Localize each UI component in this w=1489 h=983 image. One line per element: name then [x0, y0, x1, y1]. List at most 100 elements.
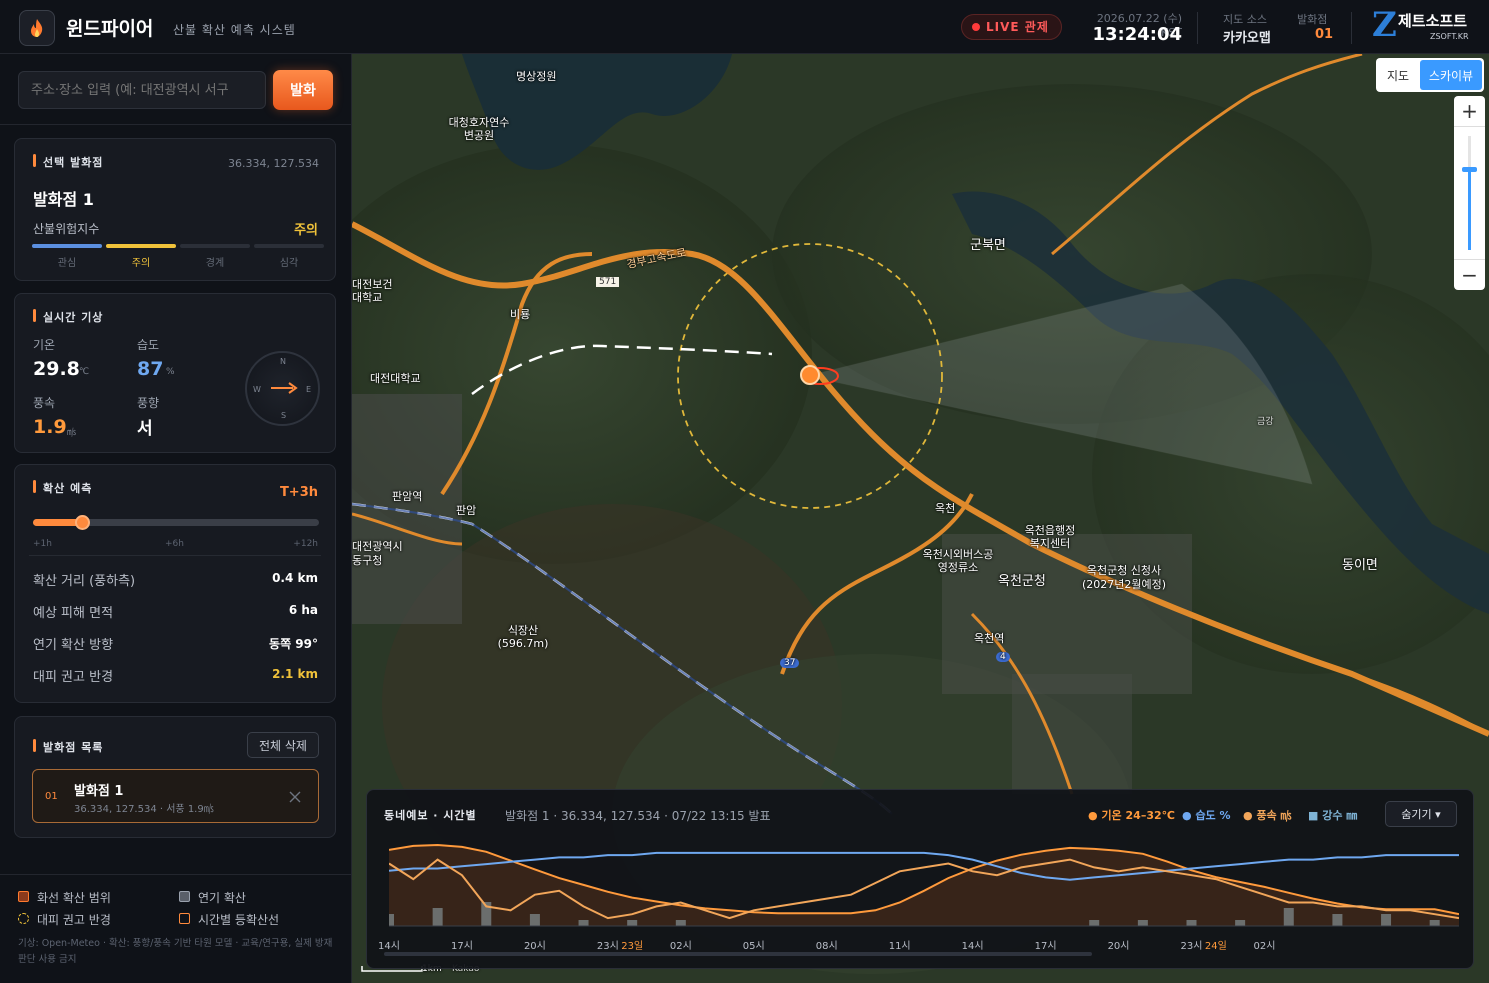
- compass-south: S: [281, 411, 287, 420]
- temperature-area: [389, 845, 1459, 926]
- brand-name: 제트소프트: [1398, 12, 1468, 30]
- hourly-forecast-panel: 동네예보 · 시간별 발화점 1 · 36.334, 127.534 · 07/…: [366, 789, 1474, 969]
- hide-chart-button[interactable]: 숨기기 ▾: [1385, 801, 1457, 827]
- flame-icon: [31, 19, 43, 37]
- map-label: 옥천역: [974, 632, 1005, 645]
- wind-direction-value: 서: [137, 419, 153, 439]
- card-title: 선택 발화점: [33, 154, 103, 170]
- slider-thumb[interactable]: [74, 515, 90, 530]
- divider: [1197, 12, 1198, 44]
- temperature-value: 29.8: [33, 358, 80, 380]
- close-icon[interactable]: [289, 791, 301, 803]
- x-tick-label: 11시: [888, 941, 911, 952]
- legend-precipitation-label: 강수 ㎜: [1322, 809, 1358, 822]
- legend-temperature: ● 기온 24–32℃: [1088, 809, 1175, 822]
- card-title: 확산 예측: [33, 480, 92, 496]
- zoom-level-fill: [1468, 170, 1471, 250]
- divider: [0, 124, 352, 125]
- ignition-count-value: 01: [1315, 27, 1334, 42]
- x-tick-label: 20시: [523, 941, 546, 952]
- smoke-direction-label: 연기 확산 방향: [33, 638, 114, 653]
- map-label: 명상정원: [516, 70, 557, 83]
- temperature-unit: ℃: [79, 367, 90, 377]
- current-time: 13:24:04: [1092, 24, 1182, 45]
- x-tick-label: 24일: [1204, 941, 1227, 952]
- wind-direction-label: 풍향: [137, 396, 160, 410]
- legend-temperature-label: 기온 24–32℃: [1101, 809, 1175, 822]
- isochrone-legend-swatch: [179, 913, 190, 924]
- chart-title: 동네예보 · 시간별: [384, 809, 477, 822]
- x-tick-label: 17시: [450, 941, 473, 952]
- x-tick-label: 23시: [1180, 941, 1203, 952]
- risk-index-label: 산불위험지수: [33, 222, 100, 236]
- spread-distance-label: 확산 거리 (풍하측): [33, 574, 136, 589]
- app-logo: [19, 10, 55, 46]
- selected-ignition-card: 선택 발화점 36.334, 127.534 발화점 1 산불위험지수 주의 관…: [14, 138, 336, 281]
- risk-level-bar: [106, 244, 176, 248]
- risk-index-value: 주의: [294, 223, 318, 238]
- chart-scrollbar[interactable]: [384, 952, 1092, 956]
- top-bar: 윈드파이어 산불 확산 예측 시스템 LIVE 관제 2026.07.22 (수…: [0, 0, 1489, 54]
- skyview-button[interactable]: 스카이뷰: [1420, 60, 1482, 90]
- forecast-time-slider[interactable]: [33, 515, 319, 530]
- map-label: 옥천읍행정복지센터: [1024, 524, 1076, 550]
- x-tick-label: 20시: [1107, 941, 1130, 952]
- humidity-value: 87: [137, 358, 164, 380]
- selected-ignition-name: 발화점 1: [33, 190, 94, 209]
- legend-humidity-label: 습도 %: [1195, 809, 1231, 822]
- clear-all-button[interactable]: 전체 삭제: [247, 732, 319, 758]
- chart-subtitle: 발화점 1 · 36.334, 127.534 · 07/22 13:15 발표: [505, 809, 771, 823]
- map-label: 대전보건대학교: [352, 278, 393, 304]
- map-label: 대전광역시동구청: [352, 540, 403, 567]
- wind-speed-label: 풍속: [33, 396, 56, 410]
- slider-tick: +12h: [293, 539, 318, 549]
- risk-level-bar: [254, 244, 324, 248]
- humidity-label: 습도: [137, 338, 160, 352]
- x-tick-label: 08시: [815, 941, 838, 952]
- ignition-item-name: 발화점 1: [74, 784, 124, 799]
- zoom-out-button[interactable]: −: [1454, 259, 1485, 290]
- hide-chart-label: 숨기기: [1401, 808, 1432, 821]
- zoom-handle[interactable]: [1462, 167, 1477, 173]
- wind-compass: N E S W: [245, 351, 320, 426]
- live-status-badge[interactable]: LIVE 관제: [961, 14, 1062, 40]
- map-view-button[interactable]: 지도: [1378, 60, 1418, 90]
- legend-label: 연기 확산: [198, 891, 246, 905]
- x-tick-label: 23시: [596, 941, 619, 952]
- map-type-toggle: 지도 스카이뷰: [1376, 58, 1484, 92]
- x-tick-label: 02시: [669, 941, 692, 952]
- ignition-item-index: 01: [45, 791, 58, 802]
- ignition-list-item[interactable]: 01 발화점 1 36.334, 127.534 · 서풍 1.9㎧: [32, 769, 319, 823]
- damage-area-label: 예상 피해 면적: [33, 606, 114, 621]
- map-label: 대전대학교: [370, 372, 421, 385]
- legend-wind-speed: ● 풍속 ㎧: [1243, 809, 1292, 822]
- spread-distance-value: 0.4 km: [272, 571, 318, 585]
- ignite-button[interactable]: 발화: [273, 70, 333, 110]
- app-title: 윈드파이어: [66, 18, 154, 40]
- zoom-track[interactable]: [1462, 136, 1477, 250]
- map-label: 비룡: [510, 308, 531, 321]
- spread-forecast-card: 확산 예측 T+3h +1h +6h +12h 확산 거리 (풍하측) 0.4 …: [14, 464, 336, 703]
- map-label: 4: [996, 652, 1010, 662]
- map-label: 식장산(596.7m): [497, 624, 549, 650]
- map-label: 판암: [456, 504, 477, 517]
- map-label: 금강: [1257, 417, 1274, 427]
- x-tick-label: 14시: [961, 941, 984, 952]
- app-subtitle: 산불 확산 예측 시스템: [173, 23, 296, 37]
- zoom-in-button[interactable]: +: [1454, 96, 1485, 127]
- legend-precipitation: ■ 강수 ㎜: [1308, 809, 1358, 822]
- address-search-input[interactable]: [18, 71, 266, 109]
- divider: [29, 555, 321, 556]
- compass-east: E: [305, 385, 311, 394]
- humidity-unit: %: [166, 367, 175, 377]
- evacuation-radius-label: 대피 권고 반경: [33, 670, 114, 685]
- risk-level-label: 심각: [279, 258, 299, 269]
- ignition-list-card: 발화점 목록 전체 삭제 01 발화점 1 36.334, 127.534 · …: [14, 716, 336, 838]
- card-title: 발화점 목록: [33, 739, 103, 755]
- risk-level-label: 경계: [205, 258, 225, 269]
- live-label: LIVE 관제: [986, 20, 1049, 34]
- disclaimer-note: 기상: Open-Meteo · 확산: 풍향/풍속 기반 타원 모델 · 교육…: [18, 938, 333, 965]
- risk-level-bar: [180, 244, 250, 248]
- map-label: 571: [596, 277, 620, 287]
- card-title: 실시간 기상: [33, 309, 103, 325]
